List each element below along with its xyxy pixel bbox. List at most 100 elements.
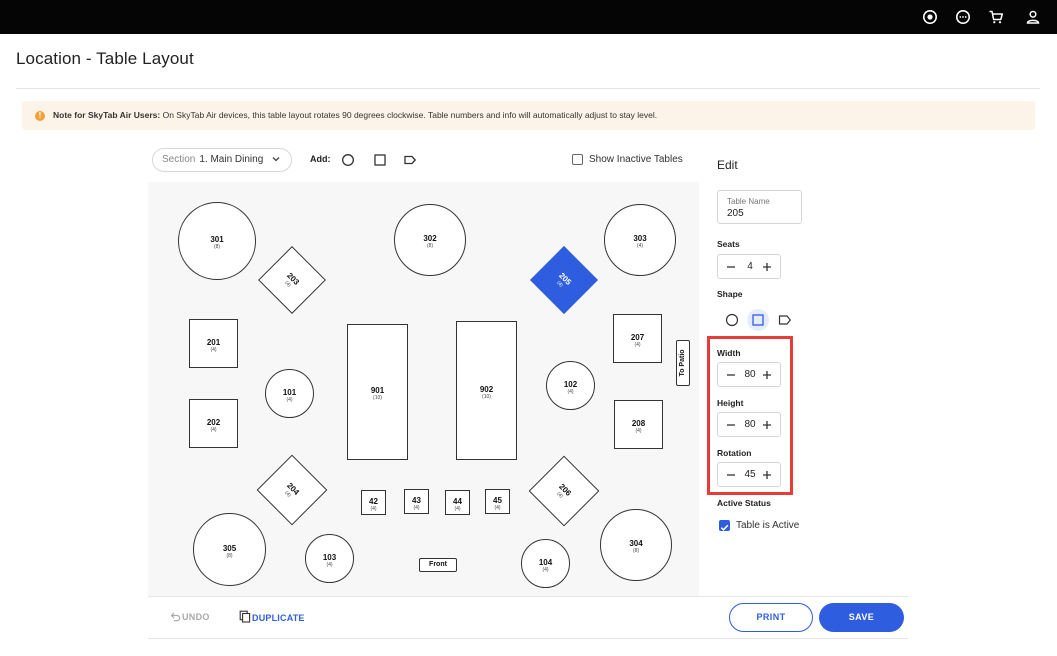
width-stepper[interactable]: 80: [717, 362, 781, 387]
plus-icon[interactable]: [761, 419, 773, 431]
table-303[interactable]: 303 (4): [604, 204, 676, 276]
table-number: 104: [538, 557, 553, 567]
user-icon[interactable]: [1025, 9, 1041, 25]
table-104[interactable]: 104 (4): [521, 539, 570, 588]
seats-value[interactable]: 4: [738, 261, 762, 272]
table-204[interactable]: 204 (4): [256, 454, 328, 526]
table-number: 42: [369, 496, 378, 506]
table-name-field[interactable]: Table Name: [717, 190, 802, 224]
table-208[interactable]: 208 (4): [614, 400, 663, 449]
table-name-label: Table Name: [727, 197, 770, 206]
table-number: 304: [629, 539, 643, 548]
edit-panel-title: Edit: [717, 158, 738, 172]
info-icon: !: [35, 111, 45, 121]
note-heading: Note for SkyTab Air Users:: [53, 110, 161, 120]
table-number: 101: [282, 387, 297, 397]
undo-label: UNDO: [182, 612, 210, 622]
tag-shape-icon: [404, 155, 416, 165]
front-label[interactable]: Front: [419, 558, 457, 572]
shape-label-option[interactable]: [777, 312, 793, 328]
table-layout-canvas[interactable]: Front To Patio 301 (8) 302 (8) 303 (4) 203 (4) 2…: [148, 182, 699, 596]
height-stepper[interactable]: 80: [717, 412, 781, 437]
shape-square-option[interactable]: [747, 309, 769, 331]
table-101[interactable]: 101 (4): [265, 369, 314, 418]
table-302[interactable]: 302 (8): [394, 204, 466, 276]
table-43[interactable]: 43 (4): [404, 489, 429, 514]
plus-icon[interactable]: [761, 469, 773, 481]
undo-icon: [170, 612, 181, 622]
section-select-label: Section: [162, 154, 196, 165]
table-seat-count: (10): [373, 395, 382, 401]
tag-shape-icon: [778, 315, 791, 325]
table-902[interactable]: 902 (10): [456, 321, 517, 460]
height-value[interactable]: 80: [738, 419, 762, 430]
add-label: Add:: [310, 154, 331, 164]
circle-shape-icon: [342, 154, 354, 166]
table-44[interactable]: 44 (4): [445, 490, 470, 515]
minus-icon[interactable]: [725, 261, 737, 273]
plus-icon[interactable]: [761, 369, 773, 381]
table-45[interactable]: 45 (4): [485, 489, 510, 514]
layout-toolbar: Section 1. Main Dining Add: Show Inactive…: [148, 140, 699, 180]
table-number: 44: [453, 496, 462, 506]
save-button[interactable]: SAVE: [819, 603, 904, 632]
shape-label: Shape: [717, 289, 743, 299]
table-name-input[interactable]: [727, 208, 797, 219]
table-seat-count: (4): [635, 427, 642, 434]
square-shape-icon: [752, 314, 764, 326]
bottom-divider: [148, 596, 908, 597]
section-select-value: 1. Main Dining: [199, 154, 264, 165]
record-icon[interactable]: [922, 9, 938, 25]
print-button[interactable]: PRINT: [729, 603, 813, 632]
add-circle-table-button[interactable]: [341, 153, 355, 167]
bottom-divider-lower: [148, 638, 908, 639]
add-label-button[interactable]: [403, 153, 417, 167]
undo-button[interactable]: UNDO: [170, 611, 210, 622]
table-206[interactable]: 206 (4): [528, 455, 600, 527]
section-select[interactable]: Section 1. Main Dining: [152, 148, 292, 172]
table-202[interactable]: 202 (4): [189, 399, 238, 448]
table-901[interactable]: 901 (10): [347, 324, 408, 460]
minus-icon[interactable]: [725, 469, 737, 481]
shape-circle-option[interactable]: [724, 312, 740, 328]
page-title: Location - Table Layout: [16, 49, 194, 68]
table-207[interactable]: 207 (4): [613, 314, 662, 363]
table-304[interactable]: 304 (8): [600, 509, 672, 581]
show-inactive-checkbox[interactable]: [572, 154, 583, 165]
height-label: Height: [717, 398, 744, 408]
table-102[interactable]: 102 (4): [546, 361, 595, 410]
table-seat-count: (4): [413, 504, 420, 511]
cart-icon[interactable]: [988, 9, 1004, 25]
table-305[interactable]: 305 (8): [193, 513, 266, 586]
minus-icon[interactable]: [725, 419, 737, 431]
table-201[interactable]: 201 (4): [189, 319, 238, 368]
table-number: 207: [630, 332, 645, 342]
title-divider: [16, 88, 1040, 89]
width-label: Width: [717, 348, 741, 358]
minus-icon[interactable]: [725, 369, 737, 381]
rotation-stepper[interactable]: 45: [717, 462, 781, 487]
rotation-value[interactable]: 45: [738, 469, 762, 480]
duplicate-button[interactable]: DUPLICATE: [239, 610, 305, 623]
table-number: 305: [222, 543, 237, 553]
add-square-table-button[interactable]: [373, 153, 387, 167]
chat-icon[interactable]: [955, 9, 971, 25]
table-42[interactable]: 42 (4): [361, 490, 386, 515]
table-number: 201: [206, 337, 221, 347]
plus-icon[interactable]: [761, 261, 773, 273]
table-205[interactable]: 205 (4): [530, 246, 598, 314]
table-103[interactable]: 103 (4): [305, 534, 354, 583]
width-value[interactable]: 80: [738, 369, 762, 380]
table-active-checkbox[interactable]: [719, 520, 730, 531]
to-patio-label[interactable]: To Patio: [676, 340, 690, 386]
table-seat-count: (4): [636, 243, 644, 249]
table-seat-count: (4): [634, 341, 641, 348]
seats-stepper[interactable]: 4: [717, 254, 781, 279]
table-203[interactable]: 203 (4): [258, 246, 326, 314]
check-icon: [720, 524, 729, 531]
square-shape-icon: [374, 154, 386, 166]
skytab-note-banner: ! Note for SkyTab Air Users: On SkyTab A…: [22, 101, 1035, 130]
table-number: 202: [206, 417, 221, 427]
table-seat-count: (4): [494, 504, 501, 511]
table-301[interactable]: 301 (8): [178, 202, 256, 280]
